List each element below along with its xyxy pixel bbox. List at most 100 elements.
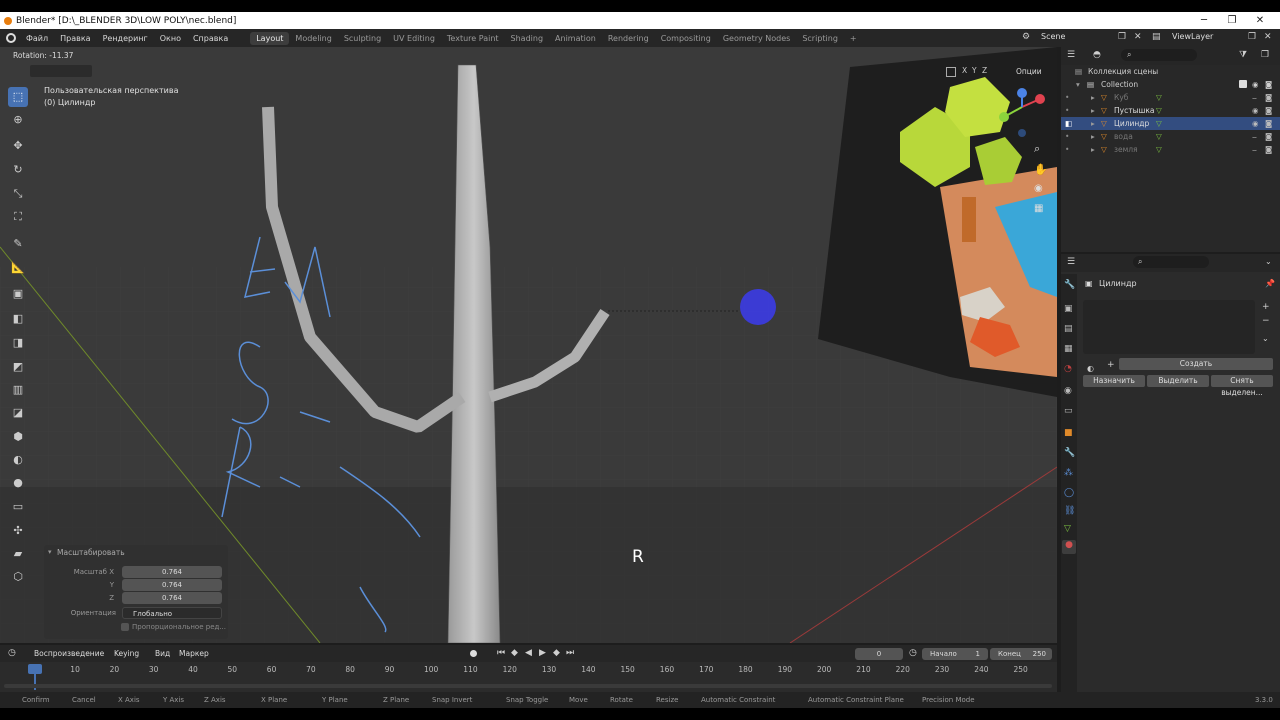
deselect-button[interactable]: Снять выделен...: [1211, 375, 1273, 397]
start-frame-field[interactable]: Начало 1: [922, 648, 988, 660]
expand-icon[interactable]: ▸: [1091, 117, 1095, 130]
scale-y-field[interactable]: 0.764: [122, 579, 222, 591]
add-slot-icon[interactable]: +: [1262, 302, 1270, 312]
chevron-down-icon[interactable]: ⌄: [1262, 334, 1269, 343]
material-slots-list[interactable]: [1083, 300, 1255, 354]
data-tab-icon[interactable]: ▽: [1064, 524, 1071, 534]
orientation-select[interactable]: Глобально: [122, 607, 222, 619]
annotate-tool-icon[interactable]: ✎: [8, 234, 28, 254]
timeline-scrollbar[interactable]: [4, 684, 1052, 688]
end-frame-field[interactable]: Конец 250: [990, 648, 1052, 660]
material-tab-icon[interactable]: ●: [1062, 540, 1076, 554]
menu-window[interactable]: Окно: [154, 34, 187, 43]
proportional-checkbox[interactable]: [121, 623, 129, 631]
camera-render-icon[interactable]: ◙: [1265, 117, 1272, 130]
axis-z-toggle[interactable]: Z: [982, 66, 987, 75]
select-button[interactable]: Выделить: [1147, 375, 1209, 387]
pin-icon[interactable]: 📌: [1265, 279, 1275, 288]
outliner-item[interactable]: • ▸ ▽ земля ▽ ⌣ ◙: [1061, 143, 1280, 156]
rotate-tool-icon[interactable]: ↻: [8, 160, 28, 180]
new-viewlayer-icon[interactable]: ❐: [1248, 32, 1256, 42]
jump-end-icon[interactable]: ⏭: [566, 648, 574, 658]
move-tool-icon[interactable]: ✥: [8, 136, 28, 156]
camera-render-icon[interactable]: ◙: [1265, 104, 1272, 117]
axis-x-toggle[interactable]: X: [962, 66, 967, 75]
eye-icon[interactable]: ◉: [1252, 117, 1259, 130]
scale-z-field[interactable]: 0.764: [122, 592, 222, 604]
outliner-scene-collection[interactable]: ▤ Коллекция сцены: [1061, 65, 1280, 78]
jump-start-icon[interactable]: ⏮: [497, 648, 505, 658]
measure-tool-icon[interactable]: 📐: [8, 258, 28, 278]
world-tab-icon[interactable]: ◉: [1064, 386, 1072, 396]
remove-slot-icon[interactable]: −: [1262, 316, 1270, 326]
create-material-button[interactable]: Создать: [1119, 358, 1273, 370]
eye-icon[interactable]: ◉: [1252, 104, 1259, 117]
properties-search-input[interactable]: [1133, 256, 1209, 268]
bevel-tool-icon[interactable]: ◩: [8, 357, 28, 377]
scale-tool-icon[interactable]: ⤡: [8, 184, 28, 204]
select-tool-icon[interactable]: ⬚: [8, 87, 28, 107]
menu-render[interactable]: Рендеринг: [97, 34, 154, 43]
eye-icon[interactable]: ⌣: [1252, 91, 1257, 104]
camera-icon[interactable]: ◉: [1034, 183, 1043, 194]
outliner-collection[interactable]: ▾ ▤ Collection ◉ ◙: [1061, 78, 1280, 91]
tab-compositing[interactable]: Compositing: [655, 32, 717, 45]
collection-tab-icon[interactable]: ▭: [1064, 406, 1073, 416]
filter-icon[interactable]: ⧩: [1239, 50, 1247, 60]
prev-keyframe-icon[interactable]: ◆: [511, 648, 518, 658]
outliner-item[interactable]: • ▸ ▽ Пустышка ▽ ◉ ◙: [1061, 104, 1280, 117]
properties-editor-icon[interactable]: ☰: [1067, 257, 1075, 267]
inset-tool-icon[interactable]: ◨: [8, 333, 28, 353]
cursor-tool-icon[interactable]: ⊕: [8, 110, 28, 130]
tab-animation[interactable]: Animation: [549, 32, 602, 45]
playhead[interactable]: [28, 664, 42, 674]
expand-icon[interactable]: ▾: [1076, 78, 1080, 91]
poly-build-tool-icon[interactable]: ⬢: [8, 427, 28, 447]
collapse-icon[interactable]: ▾: [48, 548, 52, 556]
camera-render-icon[interactable]: ◙: [1265, 91, 1272, 104]
clock-icon[interactable]: ◷: [909, 648, 917, 658]
tab-texture-paint[interactable]: Texture Paint: [441, 32, 505, 45]
camera-render-icon[interactable]: ◙: [1265, 143, 1272, 156]
zoom-icon[interactable]: ⌕: [1034, 142, 1040, 156]
select-mode-buttons[interactable]: [30, 65, 92, 77]
loop-cut-tool-icon[interactable]: ▥: [8, 380, 28, 400]
delete-scene-icon[interactable]: ✕: [1134, 32, 1142, 42]
menu-help[interactable]: Справка: [187, 34, 234, 43]
collection-checkbox[interactable]: [1239, 80, 1247, 88]
tab-rendering[interactable]: Rendering: [602, 32, 655, 45]
expand-icon[interactable]: ▸: [1091, 143, 1095, 156]
last-operator-panel[interactable]: ▾ Масштабировать Масштаб X Y Z 0.764 0.7…: [44, 545, 228, 639]
outliner-search-input[interactable]: [1121, 49, 1197, 61]
scene-tab-icon[interactable]: ◔: [1064, 364, 1072, 374]
view-menu[interactable]: Вид: [155, 649, 170, 658]
tab-layout[interactable]: Layout: [250, 31, 290, 45]
display-mode-icon[interactable]: ◓: [1093, 50, 1101, 60]
modifier-tab-icon[interactable]: 🔧: [1064, 448, 1075, 458]
new-material-icon[interactable]: +: [1107, 360, 1115, 370]
transform-tool-icon[interactable]: ⛶: [8, 207, 28, 227]
outliner-editor-icon[interactable]: ☰: [1067, 50, 1075, 60]
outliner-item[interactable]: ◧ ▸ ▽ Цилиндр ▽ ◉ ◙: [1061, 117, 1280, 130]
timeline-editor-icon[interactable]: ◷: [8, 648, 16, 658]
outliner-item[interactable]: • ▸ ▽ вода ▽ ⌣ ◙: [1061, 130, 1280, 143]
material-browse-icon[interactable]: ◐: [1087, 364, 1094, 373]
play-reverse-icon[interactable]: ◀: [525, 648, 532, 658]
add-cube-tool-icon[interactable]: ▣: [8, 284, 28, 304]
particles-tab-icon[interactable]: ⁂: [1064, 468, 1073, 478]
physics-tab-icon[interactable]: ◯: [1064, 488, 1074, 498]
next-keyframe-icon[interactable]: ◆: [553, 648, 560, 658]
constraints-tab-icon[interactable]: ⛓: [1064, 506, 1075, 516]
output-tab-icon[interactable]: ▤: [1064, 324, 1073, 334]
delete-viewlayer-icon[interactable]: ✕: [1264, 32, 1272, 42]
viewlayer-name[interactable]: ViewLayer: [1172, 32, 1213, 41]
current-frame-field[interactable]: 0: [855, 648, 903, 660]
edge-slide-tool-icon[interactable]: ▭: [8, 497, 28, 517]
add-workspace-button[interactable]: +: [844, 32, 863, 45]
axis-y-toggle[interactable]: Y: [972, 66, 977, 75]
view-layer-tab-icon[interactable]: ▦: [1064, 344, 1073, 354]
knife-tool-icon[interactable]: ◪: [8, 403, 28, 423]
tab-uv-editing[interactable]: UV Editing: [387, 32, 441, 45]
rip-tool-icon[interactable]: ⬡: [8, 567, 28, 587]
new-scene-icon[interactable]: ❐: [1118, 32, 1126, 42]
